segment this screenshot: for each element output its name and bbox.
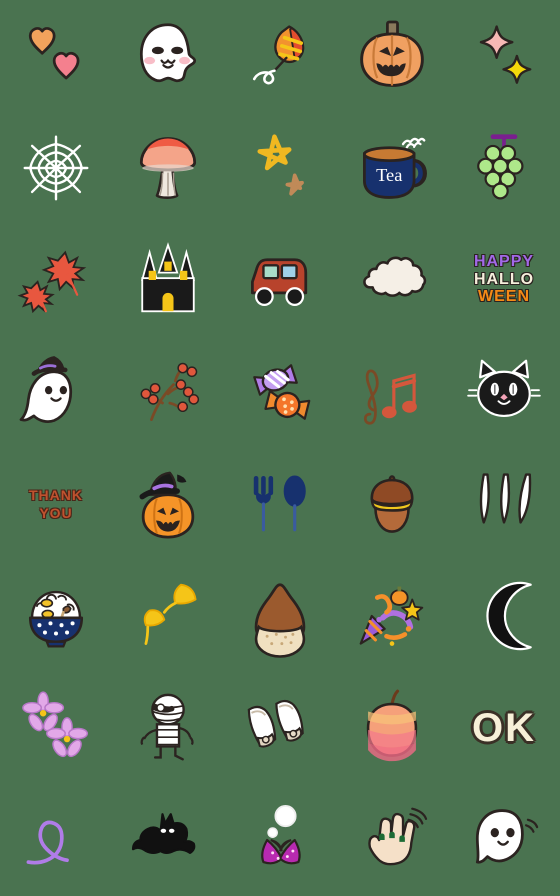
emoji-cell-jack-o-lantern[interactable] (336, 0, 448, 112)
emoji-cell-apple[interactable] (336, 672, 448, 784)
emoji-cell-thank-you-text[interactable]: THANK YOU (0, 448, 112, 560)
emoji-cell-autumn-leaf-swirl[interactable] (224, 0, 336, 112)
thank-you-lines: THANK YOU (29, 485, 83, 523)
halloween-line-3: WEEN (478, 288, 530, 306)
emoji-cell-happy-halloween-text[interactable]: HAPPY HALLO WEEN (448, 224, 560, 336)
emoji-cell-fork-and-spoon[interactable] (224, 448, 336, 560)
emoji-cell-ghost-with-hat[interactable] (0, 336, 112, 448)
emoji-cell-witch-hat-pumpkin[interactable] (112, 448, 224, 560)
emoji-cell-grapes[interactable] (448, 112, 560, 224)
emoji-cell-ballet-flats[interactable] (224, 672, 336, 784)
emoji-cell-black-cat-face[interactable] (448, 336, 560, 448)
emoji-cell-stars[interactable] (224, 112, 336, 224)
tea-mug-label: Tea (376, 165, 402, 185)
emoji-cell-bat[interactable] (112, 784, 224, 896)
emoji-cell-ghost-face[interactable] (112, 0, 224, 112)
emoji-cell-red-car[interactable] (224, 224, 336, 336)
emoji-cell-haunted-castle[interactable] (112, 224, 224, 336)
emoji-cell-mushroom[interactable] (112, 112, 224, 224)
emoji-cell-cosmos-flowers[interactable] (0, 672, 112, 784)
emoji-cell-mummy[interactable] (112, 672, 224, 784)
emoji-cell-rice-bowl[interactable] (0, 560, 112, 672)
emoji-cell-waving-hand[interactable] (336, 784, 448, 896)
emoji-cell-sweet-potato[interactable] (224, 784, 336, 896)
ok-label: OK (472, 706, 536, 750)
emoji-cell-chestnut[interactable] (224, 560, 336, 672)
halloween-line-2: HALLO (473, 270, 535, 288)
emoji-cell-ginkgo-leaves[interactable] (112, 560, 224, 672)
thank-you-line-1: THANK (29, 486, 83, 503)
emoji-cell-ok-text[interactable]: OK (448, 672, 560, 784)
happy-halloween-lines: HAPPY HALLO WEEN (474, 253, 534, 307)
emoji-cell-sparkles[interactable] (448, 0, 560, 112)
emoji-cell-acorn[interactable] (336, 448, 448, 560)
emoji-cell-wrapped-candies[interactable] (224, 336, 336, 448)
emoji-cell-two-hearts[interactable] (0, 0, 112, 112)
emoji-cell-waving-ghost[interactable] (448, 784, 560, 896)
emoji-cell-berry-branch[interactable] (112, 336, 224, 448)
thank-you-line-2: YOU (39, 504, 73, 521)
halloween-line-1: HAPPY (473, 252, 535, 270)
emoji-cell-pampas-grass[interactable] (448, 448, 560, 560)
emoji-cell-purple-loop[interactable] (0, 784, 112, 896)
emoji-cell-maple-leaves[interactable] (0, 224, 112, 336)
emoji-cell-spider-web[interactable] (0, 112, 112, 224)
emoji-grid: Tea HAPPY HALLO WEEN THANK YOU OK (0, 0, 560, 896)
emoji-cell-cloud[interactable] (336, 224, 448, 336)
emoji-cell-party-popper[interactable] (336, 560, 448, 672)
emoji-cell-crescent-moon[interactable] (448, 560, 560, 672)
emoji-cell-music-notes[interactable] (336, 336, 448, 448)
emoji-cell-tea-mug[interactable]: Tea (336, 112, 448, 224)
